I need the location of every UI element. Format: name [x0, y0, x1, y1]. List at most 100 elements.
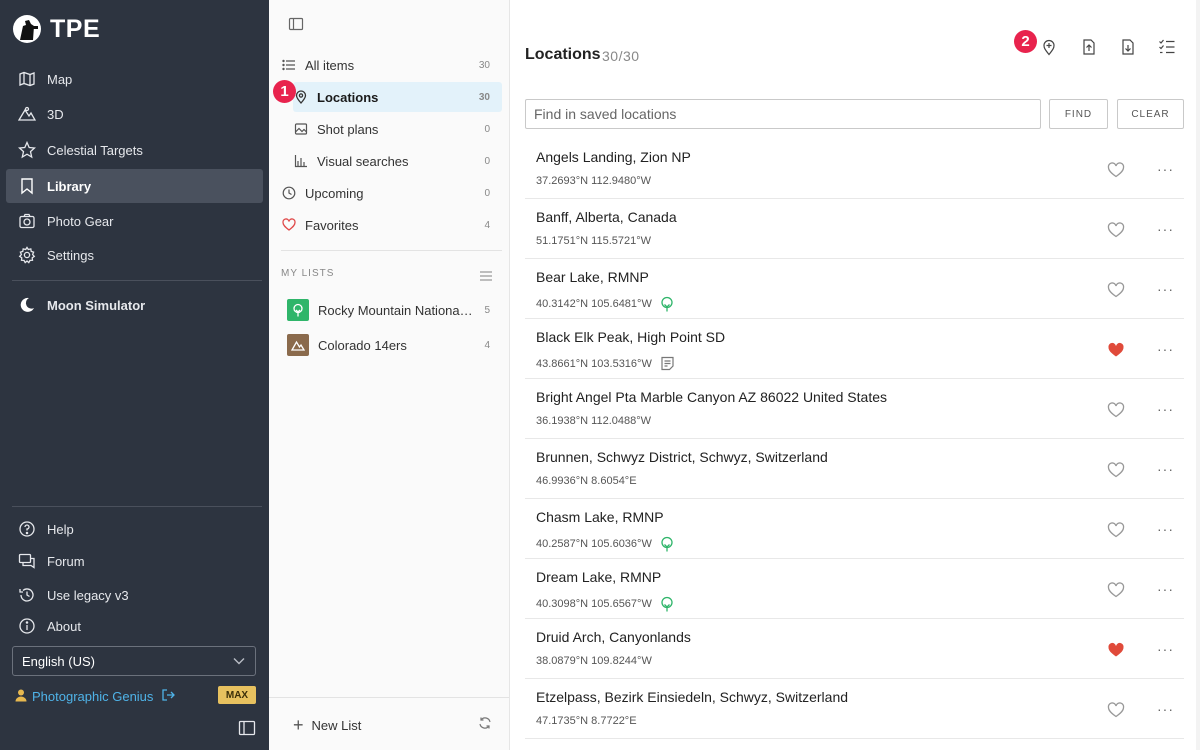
library-item-label: Shot plans	[317, 121, 379, 137]
brand[interactable]: TPE	[12, 12, 100, 46]
more-options-icon[interactable]: ···	[1157, 161, 1174, 177]
export-icon[interactable]	[1080, 38, 1098, 56]
library-item-count: 0	[484, 187, 490, 199]
location-coords: 43.8661°N 103.5316°W	[536, 357, 652, 370]
image-icon	[293, 121, 309, 137]
nav-label: Photo Gear	[47, 213, 114, 229]
location-row[interactable]: Brunnen, Schwyz District, Schwyz, Switze…	[525, 439, 1184, 499]
library-item-locations[interactable]: Locations 30	[293, 82, 502, 112]
tree-icon	[287, 299, 309, 321]
user-account-link[interactable]: Photographic Genius	[14, 686, 176, 706]
favorite-heart-icon[interactable]	[1107, 462, 1125, 478]
nav-label: Moon Simulator	[47, 297, 146, 313]
search-input[interactable]	[525, 99, 1041, 129]
favorite-heart-icon[interactable]	[1107, 222, 1125, 238]
favorite-heart-icon[interactable]	[1107, 702, 1125, 718]
location-coords-wrap: 51.1751°N 115.5721°W	[536, 235, 651, 247]
select-items-icon[interactable]	[1158, 38, 1176, 56]
callout-badge-2: 2	[1014, 30, 1037, 53]
nav-item-3d[interactable]: 3D	[6, 97, 263, 131]
find-button[interactable]: FIND	[1049, 99, 1108, 129]
library-item-shot-plans[interactable]: Shot plans 0	[293, 114, 502, 144]
favorite-heart-icon[interactable]	[1107, 402, 1125, 418]
nav-item-about[interactable]: About	[6, 609, 263, 643]
nav-item-moon-simulator[interactable]: Moon Simulator	[6, 288, 263, 322]
collapse-sidebar-icon[interactable]	[238, 719, 256, 737]
location-coords: 51.1751°N 115.5721°W	[536, 235, 652, 247]
nav-item-use-legacy[interactable]: Use legacy v3	[6, 578, 263, 612]
location-coords: 38.0879°N 109.8244°W	[536, 655, 652, 667]
nav-item-library[interactable]: Library	[6, 169, 263, 203]
library-item-favorites[interactable]: Favorites 4	[281, 210, 502, 240]
nav-item-celestial-targets[interactable]: Celestial Targets	[6, 133, 263, 167]
bookmark-icon	[17, 176, 37, 196]
more-options-icon[interactable]: ···	[1157, 221, 1174, 237]
library-item-count: 0	[484, 155, 490, 167]
more-options-icon[interactable]: ···	[1157, 521, 1174, 537]
mountain-icon	[287, 334, 309, 356]
favorite-heart-icon[interactable]	[1107, 582, 1125, 598]
location-row[interactable]: Black Elk Peak, High Point SD 43.8661°N 1…	[525, 319, 1184, 379]
favorite-heart-icon[interactable]	[1107, 342, 1125, 358]
list-item-colorado-14ers[interactable]: Colorado 14ers 4	[287, 331, 502, 359]
nav-label: Settings	[47, 247, 94, 263]
add-location-icon[interactable]	[1040, 38, 1058, 56]
more-options-icon[interactable]: ···	[1157, 581, 1174, 597]
favorite-heart-icon[interactable]	[1107, 522, 1125, 538]
toggle-panel-icon[interactable]	[288, 16, 306, 34]
library-item-label: All items	[305, 57, 355, 73]
more-options-icon[interactable]: ···	[1157, 461, 1174, 477]
nav-item-settings[interactable]: Settings	[6, 238, 263, 272]
location-name: Angels Landing, Zion NP	[536, 149, 691, 165]
library-item-all-items[interactable]: All items 30	[281, 50, 502, 80]
nav-item-help[interactable]: Help	[6, 512, 263, 546]
list-item-rocky-mountain[interactable]: Rocky Mountain National Park 5	[287, 296, 502, 324]
more-options-icon[interactable]: ···	[1157, 701, 1174, 717]
clock-icon	[281, 185, 297, 201]
location-name: Bright Angel Pta Marble Canyon AZ 86022 …	[536, 389, 887, 405]
library-item-upcoming[interactable]: Upcoming 0	[281, 178, 502, 208]
location-row[interactable]: Bear Lake, RMNP 40.3142°N 105.6481°W ···	[525, 259, 1184, 319]
new-list-button[interactable]: + New List	[293, 714, 361, 736]
plus-icon: +	[293, 714, 304, 735]
star-icon	[17, 140, 37, 160]
locations-count: 30/30	[602, 48, 640, 64]
more-options-icon[interactable]: ···	[1157, 641, 1174, 657]
import-icon[interactable]	[1119, 38, 1137, 56]
more-options-icon[interactable]: ···	[1157, 401, 1174, 417]
more-options-icon[interactable]: ···	[1157, 281, 1174, 297]
location-row[interactable]: Banff, Alberta, Canada 51.1751°N 115.5721…	[525, 199, 1184, 259]
favorite-heart-icon[interactable]	[1107, 282, 1125, 298]
favorite-heart-icon[interactable]	[1107, 162, 1125, 178]
list-membership-icon	[659, 535, 676, 552]
nav-item-forum[interactable]: Forum	[6, 544, 263, 578]
library-item-count: 30	[478, 59, 490, 71]
camera-icon	[17, 211, 37, 231]
logout-icon[interactable]	[161, 688, 176, 705]
clear-button[interactable]: CLEAR	[1117, 99, 1184, 129]
nav-item-map[interactable]: Map	[6, 62, 263, 96]
locations-list: Angels Landing, Zion NP 37.2693°N 112.948…	[525, 139, 1184, 739]
library-item-visual-searches[interactable]: Visual searches 0	[293, 146, 502, 176]
location-row[interactable]: Dream Lake, RMNP 40.3098°N 105.6567°W ···	[525, 559, 1184, 619]
library-divider	[269, 697, 509, 698]
location-row[interactable]: Chasm Lake, RMNP 40.2587°N 105.6036°W ···	[525, 499, 1184, 559]
favorite-heart-icon[interactable]	[1107, 642, 1125, 658]
refresh-icon[interactable]	[478, 716, 494, 732]
location-row[interactable]: Etzelpass, Bezirk Einsiedeln, Schwyz, Sw…	[525, 679, 1184, 739]
nav-label: Library	[47, 178, 92, 194]
nav-item-photo-gear[interactable]: Photo Gear	[6, 204, 263, 238]
library-item-label: Upcoming	[305, 185, 364, 201]
location-row[interactable]: Bright Angel Pta Marble Canyon AZ 86022 …	[525, 379, 1184, 439]
brand-name: TPE	[50, 14, 101, 43]
location-row[interactable]: Angels Landing, Zion NP 37.2693°N 112.948…	[525, 139, 1184, 199]
location-row[interactable]: Druid Arch, Canyonlands 38.0879°N 109.824…	[525, 619, 1184, 679]
location-coords: 37.2693°N 112.9480°W	[536, 175, 652, 187]
language-select[interactable]: English (US)	[12, 646, 256, 676]
page-title: Locations	[525, 46, 601, 63]
location-coords-wrap: 47.1735°N 8.7722°E	[536, 715, 637, 727]
more-options-icon[interactable]: ···	[1157, 341, 1174, 357]
scrollbar[interactable]	[1196, 0, 1200, 750]
lists-menu-icon[interactable]	[480, 268, 494, 281]
list-icon	[281, 57, 297, 73]
